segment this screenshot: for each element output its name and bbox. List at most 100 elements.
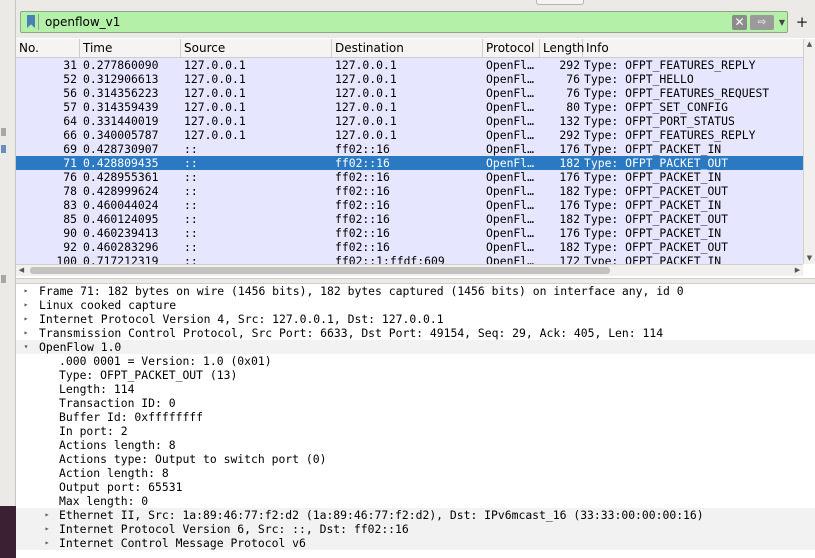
packet-cell-time: 0.428809435 <box>83 156 159 170</box>
collapsed-arrow-icon[interactable]: ▸ <box>20 326 32 340</box>
packet-row[interactable]: 76 0.428955361:: ff02::16 OpenFl… 176 Type: O… <box>16 170 803 184</box>
detail-tree-text: OpenFlow 1.0 <box>39 340 122 354</box>
detail-tree-item[interactable]: ▸ Internet Protocol Version 6, Src: ::, D… <box>16 522 815 536</box>
detail-tree-item[interactable]: ▸ Linux cooked capture <box>16 298 815 312</box>
packet-cell-destination: ff02::16 <box>335 240 390 254</box>
display-filter-input[interactable]: openflow_v1 ✕ ⇨ ▼ <box>20 11 788 33</box>
detail-tree-item[interactable]: ▸ Frame 71: 182 bytes on wire (1456 bits)… <box>16 284 815 298</box>
collapsed-arrow-icon[interactable]: ▸ <box>20 312 32 326</box>
column-header-time[interactable]: Time <box>80 39 181 58</box>
column-header-info[interactable]: Info <box>583 39 803 58</box>
detail-tree-item[interactable]: ▸ Ethernet II, Src: 1a:89:46:77:f2:d2 (1a… <box>16 508 815 522</box>
column-header-protocol[interactable]: Protocol <box>483 39 540 58</box>
packet-cell-source: 127.0.0.1 <box>184 58 246 72</box>
detail-tree-item[interactable]: Actions length: 8 <box>16 438 815 452</box>
packet-list-header: No. Time Source Destination Protocol Len… <box>16 39 803 58</box>
packet-row[interactable]: 69 0.428730907:: ff02::16 OpenFl… 176 Type: O… <box>16 142 803 156</box>
detail-tree-item[interactable]: ▸ Transmission Control Protocol, Src Port… <box>16 326 815 340</box>
apply-filter-button[interactable]: ⇨ <box>750 15 774 30</box>
packet-cell-time: 0.460044024 <box>83 198 159 212</box>
scroll-up-icon[interactable]: ▲ <box>804 39 815 50</box>
collapsed-arrow-icon[interactable]: ▸ <box>41 522 53 536</box>
packet-cell-source: 127.0.0.1 <box>184 100 246 114</box>
packet-list-horizontal-scrollbar[interactable]: ◀ ▶ <box>16 264 803 276</box>
detail-tree-item[interactable]: ▸ Internet Control Message Protocol v6 <box>16 536 815 550</box>
packet-row[interactable]: 92 0.460283296:: ff02::16 OpenFl… 182 Type: O… <box>16 240 803 254</box>
packet-cell-source: :: <box>184 198 198 212</box>
packet-cell-no: 85 <box>63 212 77 226</box>
packet-cell-destination: ff02::16 <box>335 198 390 212</box>
toolbar-button[interactable] <box>536 0 584 5</box>
packet-row[interactable]: 83 0.460044024:: ff02::16 OpenFl… 176 Type: O… <box>16 198 803 212</box>
collapsed-arrow-icon[interactable]: ▸ <box>41 508 53 522</box>
packet-cell-info: Type: OFPT_PACKET_IN <box>584 198 722 212</box>
packet-row[interactable]: 31 0.277860090 127.0.0.1 127.0.0.1 OpenFl… 29… <box>16 58 803 72</box>
detail-tree-item[interactable]: Buffer Id: 0xffffffff <box>16 410 815 424</box>
packet-row[interactable]: 71 0.428809435:: ff02::16 OpenFl… 182 Type: O… <box>16 156 803 170</box>
clear-filter-button[interactable]: ✕ <box>732 15 747 30</box>
expanded-arrow-icon[interactable]: ▾ <box>20 340 32 354</box>
packet-cell-length: 172 <box>559 254 580 264</box>
packet-row[interactable]: 66 0.340005787 127.0.0.1 127.0.0.1 OpenFl… 29… <box>16 128 803 142</box>
column-header-destination[interactable]: Destination <box>332 39 483 58</box>
recent-filters-dropdown[interactable]: ▼ <box>777 15 787 30</box>
collapsed-arrow-icon[interactable]: ▸ <box>20 298 32 312</box>
left-window-edge <box>0 0 16 558</box>
add-filter-button-button[interactable]: + <box>792 11 812 33</box>
packet-cell-info: Type: OFPT_PACKET_IN <box>584 170 722 184</box>
packet-list: No. Time Source Destination Protocol Len… <box>16 38 815 278</box>
packet-row[interactable]: 90 0.460239413:: ff02::16 OpenFl… 176 Type: O… <box>16 226 803 240</box>
detail-tree-text: Buffer Id: 0xffffffff <box>59 410 204 424</box>
detail-tree-item[interactable]: .000 0001 = Version: 1.0 (0x01) <box>16 354 815 368</box>
column-header-length[interactable]: Length <box>540 39 584 58</box>
detail-tree-item[interactable]: Transaction ID: 0 <box>16 396 815 410</box>
packet-row[interactable]: 78 0.428999624:: ff02::16 OpenFl… 182 Type: O… <box>16 184 803 198</box>
scroll-right-icon[interactable]: ▶ <box>792 265 803 276</box>
packet-cell-length: 182 <box>559 184 580 198</box>
scrollbar-thumb[interactable] <box>30 267 610 274</box>
packet-cell-time: 0.331440019 <box>83 114 159 128</box>
detail-tree-item[interactable]: Actions type: Output to switch port (0) <box>16 452 815 466</box>
column-header-source[interactable]: Source <box>181 39 332 58</box>
packet-cell-protocol: OpenFl… <box>486 198 535 212</box>
detail-tree-item[interactable]: Output port: 65531 <box>16 480 815 494</box>
collapsed-arrow-icon[interactable]: ▸ <box>41 536 53 550</box>
packet-row[interactable]: 56 0.314356223 127.0.0.1 127.0.0.1 OpenFl… 76… <box>16 86 803 100</box>
detail-tree-item[interactable]: ▸ Internet Protocol Version 4, Src: 127.0… <box>16 312 815 326</box>
detail-tree-item[interactable]: ▾ OpenFlow 1.0 <box>16 340 815 354</box>
packet-cell-destination: ff02::16 <box>335 170 390 184</box>
packet-cell-length: 176 <box>559 170 580 184</box>
packet-list-vertical-scrollbar[interactable]: ▲ ▼ <box>803 39 815 264</box>
packet-row[interactable]: 64 0.331440019 127.0.0.1 127.0.0.1 OpenFl… 13… <box>16 114 803 128</box>
packet-row[interactable]: 100 0.717212319:: ff02::1:ffdf:609 OpenFl… 1… <box>16 254 803 264</box>
detail-tree-item[interactable]: Type: OFPT_PACKET_OUT (13) <box>16 368 815 382</box>
packet-cell-source: 127.0.0.1 <box>184 128 246 142</box>
packet-cell-source: :: <box>184 184 198 198</box>
packet-row[interactable]: 57 0.314359439 127.0.0.1 127.0.0.1 OpenFl… 80… <box>16 100 803 114</box>
detail-tree-item[interactable]: Max length: 0 <box>16 494 815 508</box>
packet-cell-protocol: OpenFl… <box>486 156 535 170</box>
packet-row[interactable]: 85 0.460124095:: ff02::16 OpenFl… 182 Type: O… <box>16 212 803 226</box>
detail-tree-item[interactable]: In port: 2 <box>16 424 815 438</box>
display-filter-toolbar: openflow_v1 ✕ ⇨ ▼ + <box>16 8 815 38</box>
packet-cell-protocol: OpenFl… <box>486 128 535 142</box>
arrow-right-icon: ⇨ <box>757 17 767 28</box>
detail-tree-item[interactable]: Action length: 8 <box>16 466 815 480</box>
packet-cell-time: 0.314356223 <box>83 86 159 100</box>
packet-cell-info: Type: OFPT_PACKET_IN <box>584 254 722 264</box>
detail-tree-item[interactable]: Length: 114 <box>16 382 815 396</box>
packet-row[interactable]: 52 0.312906613 127.0.0.1 127.0.0.1 OpenFl… 76… <box>16 72 803 86</box>
collapsed-arrow-icon[interactable]: ▸ <box>20 284 32 298</box>
scroll-down-icon[interactable]: ▼ <box>804 253 815 264</box>
scroll-left-icon[interactable]: ◀ <box>16 265 27 276</box>
column-header-no[interactable]: No. <box>16 39 80 58</box>
display-filter-text[interactable]: openflow_v1 <box>45 15 120 29</box>
packet-cell-destination: ff02::16 <box>335 226 390 240</box>
packet-cell-info: Type: OFPT_PACKET_OUT <box>584 184 729 198</box>
packet-cell-length: 292 <box>559 58 580 72</box>
packet-cell-info: Type: OFPT_PACKET_OUT <box>584 156 729 170</box>
packet-cell-protocol: OpenFl… <box>486 184 535 198</box>
packet-cell-protocol: OpenFl… <box>486 142 535 156</box>
filter-bookmark-button[interactable] <box>24 14 39 30</box>
packet-cell-no: 78 <box>63 184 77 198</box>
